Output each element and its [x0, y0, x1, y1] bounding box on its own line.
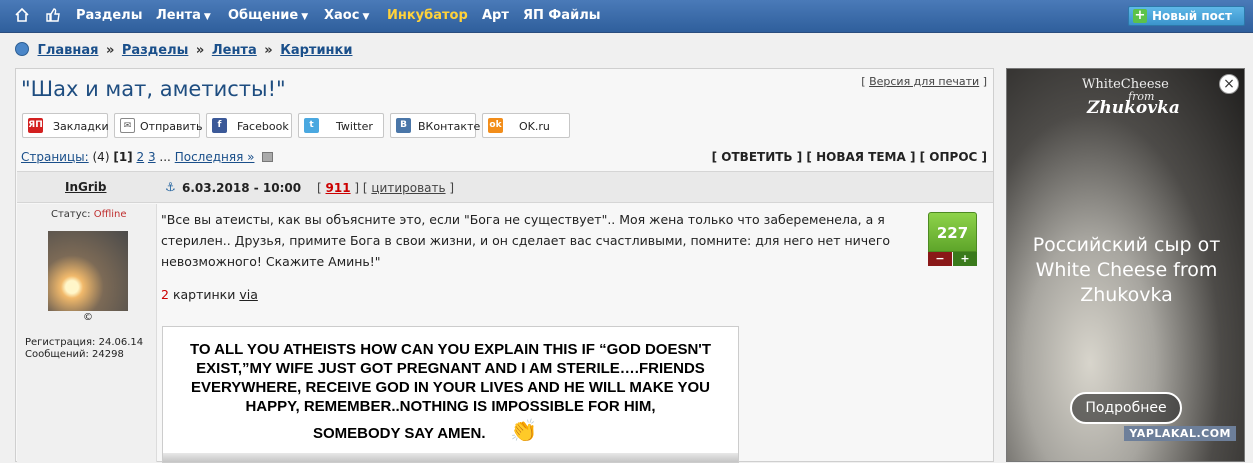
- nav-haos-label: Хаос: [324, 8, 360, 23]
- plus-icon: +: [1133, 8, 1147, 23]
- pagination-ellipsis: ...: [159, 150, 171, 164]
- anchor-icon[interactable]: ⚓: [165, 180, 176, 194]
- nav-inkubator[interactable]: Инкубатор: [387, 8, 468, 23]
- nav-haos[interactable]: Хаос ▼: [324, 8, 369, 23]
- avatar[interactable]: [48, 231, 128, 311]
- new-post-button[interactable]: + Новый пост: [1128, 6, 1245, 26]
- ad-more-button[interactable]: Подробнее: [1070, 392, 1182, 424]
- breadcrumb-separator: »: [264, 43, 273, 58]
- quote-link[interactable]: цитировать: [371, 181, 445, 195]
- author-stats: Регистрация: 24.06.14 Сообщений: 24298: [25, 337, 143, 361]
- status-badge: Offline: [93, 209, 127, 220]
- share-label: ВКонтакте: [418, 120, 481, 133]
- close-icon[interactable]: ×: [1219, 74, 1239, 94]
- ad-watermark: YAPLAKAL.COM: [1124, 426, 1236, 441]
- breadcrumb: Главная » Разделы » Лента » Картинки: [15, 42, 352, 58]
- rating-minus-button[interactable]: −: [928, 252, 952, 266]
- nav-yap-files[interactable]: ЯП Файлы: [523, 8, 600, 23]
- post-number[interactable]: 911: [326, 181, 351, 195]
- share-label: OK.ru: [519, 120, 550, 133]
- facebook-icon: f: [212, 118, 227, 133]
- copyright-mark: ©: [83, 312, 93, 323]
- share-label: Отправить: [140, 120, 203, 133]
- ad-headline: Российский сыр от White Cheese from Zhuk…: [1032, 234, 1221, 306]
- vk-icon: В: [396, 118, 411, 133]
- nav-lenta[interactable]: Лента ▼: [156, 8, 211, 23]
- pics-label: картинки: [172, 287, 236, 302]
- post-count: Сообщений: 24298: [25, 349, 124, 360]
- author-panel: Статус: Offline © Регистрация: 24.06.14 …: [17, 204, 157, 462]
- ad-brand-line3: Zhukovka: [1087, 98, 1180, 118]
- registration-date: Регистрация: 24.06.14: [25, 337, 144, 348]
- pagination: Страницы: (4) [1] 2 3 ... Последняя »: [21, 150, 274, 164]
- nav-lenta-label: Лента: [156, 8, 201, 23]
- pagination-page-2[interactable]: 2: [136, 150, 144, 164]
- post-date: 6.03.2018 - 10:00: [182, 181, 302, 195]
- nav-obshchenie-label: Общение: [228, 8, 299, 23]
- topic-container: "Шах и мат, аметисты!" [ Версия для печа…: [15, 68, 994, 463]
- yap-icon: ЯП: [28, 118, 43, 133]
- via-link[interactable]: via: [239, 287, 258, 302]
- clapping-hands-icon: 👏: [510, 419, 538, 444]
- pagination-current: [1]: [113, 150, 133, 164]
- breadcrumb-razdely[interactable]: Разделы: [122, 43, 188, 58]
- print-version: [ Версия для печати ]: [861, 75, 987, 88]
- topic-actions[interactable]: [ ОТВЕТИТЬ ] [ НОВАЯ ТЕМА ] [ ОПРОС ]: [712, 150, 987, 164]
- meme-last-line: SOMEBODY SAY AMEN.: [313, 425, 486, 442]
- thumbs-up-icon[interactable]: [45, 7, 61, 23]
- breadcrumb-home[interactable]: Главная: [38, 43, 99, 58]
- post-rating: 227 − +: [928, 212, 977, 267]
- share-ok-button[interactable]: ok OK.ru: [482, 113, 570, 138]
- page-title: "Шах и мат, аметисты!": [21, 77, 286, 101]
- nav-art[interactable]: Арт: [482, 8, 509, 23]
- pagination-last[interactable]: Последняя »: [175, 150, 255, 164]
- post-text: "Все вы атеисты, как вы объясните это, е…: [161, 212, 891, 269]
- breadcrumb-separator: »: [195, 43, 205, 58]
- post-header: InGrib ⚓ 6.03.2018 - 10:00 [ 911 ] [ цит…: [17, 171, 993, 203]
- post-author[interactable]: InGrib: [65, 180, 106, 194]
- pagination-total: (4): [92, 150, 110, 164]
- envelope-icon[interactable]: [262, 152, 274, 162]
- chevron-down-icon: ▼: [362, 12, 370, 22]
- print-version-link[interactable]: Версия для печати: [869, 75, 979, 88]
- nav-razdely[interactable]: Разделы: [76, 8, 142, 23]
- share-twitter-button[interactable]: t Twitter: [298, 113, 384, 138]
- pagination-label[interactable]: Страницы:: [21, 150, 89, 164]
- post-meta: [ 911 ] [ цитировать ]: [317, 181, 455, 195]
- globe-icon: [15, 42, 29, 56]
- pics-line: 2 картинки via: [161, 287, 258, 302]
- pagination-page-3[interactable]: 3: [148, 150, 156, 164]
- nav-obshchenie[interactable]: Общение ▼: [228, 8, 308, 23]
- share-send-button[interactable]: ✉ Отправить: [114, 113, 203, 138]
- breadcrumb-lenta[interactable]: Лента: [212, 43, 257, 58]
- share-label: Facebook: [237, 120, 289, 133]
- post-image[interactable]: TO ALL YOU ATHEISTS HOW CAN YOU EXPLAIN …: [162, 326, 739, 463]
- twitter-icon: t: [304, 118, 319, 133]
- chevron-down-icon: ▼: [301, 12, 309, 22]
- top-navigation-bar: Разделы Лента ▼ Общение ▼ Хаос ▼ Инкубатор …: [0, 0, 1253, 33]
- advertisement[interactable]: × WhiteCheese from Zhukovka Российский с…: [1006, 68, 1245, 462]
- breadcrumb-separator: »: [105, 43, 115, 58]
- status-label: Статус:: [51, 209, 91, 220]
- share-label: Twitter: [336, 120, 373, 133]
- chevron-down-icon: ▼: [203, 12, 211, 22]
- new-post-label: Новый пост: [1152, 9, 1232, 23]
- share-bookmarks-button[interactable]: ЯП Закладки: [22, 113, 109, 138]
- rating-value: 227: [928, 212, 977, 252]
- share-label: Закладки: [53, 120, 109, 133]
- rating-plus-button[interactable]: +: [953, 252, 977, 266]
- meme-text: TO ALL YOU ATHEISTS HOW CAN YOU EXPLAIN …: [189, 341, 712, 415]
- mail-icon: ✉: [120, 118, 135, 133]
- share-vk-button[interactable]: В ВКонтакте: [390, 113, 480, 138]
- home-icon[interactable]: [14, 7, 30, 23]
- pics-count: 2: [161, 287, 169, 302]
- author-status: Статус: Offline: [51, 209, 127, 220]
- share-facebook-button[interactable]: f Facebook: [206, 113, 292, 138]
- ok-icon: ok: [488, 118, 503, 133]
- ad-brand-line1: WhiteCheese: [1082, 77, 1169, 92]
- breadcrumb-kartinki[interactable]: Картинки: [280, 43, 352, 58]
